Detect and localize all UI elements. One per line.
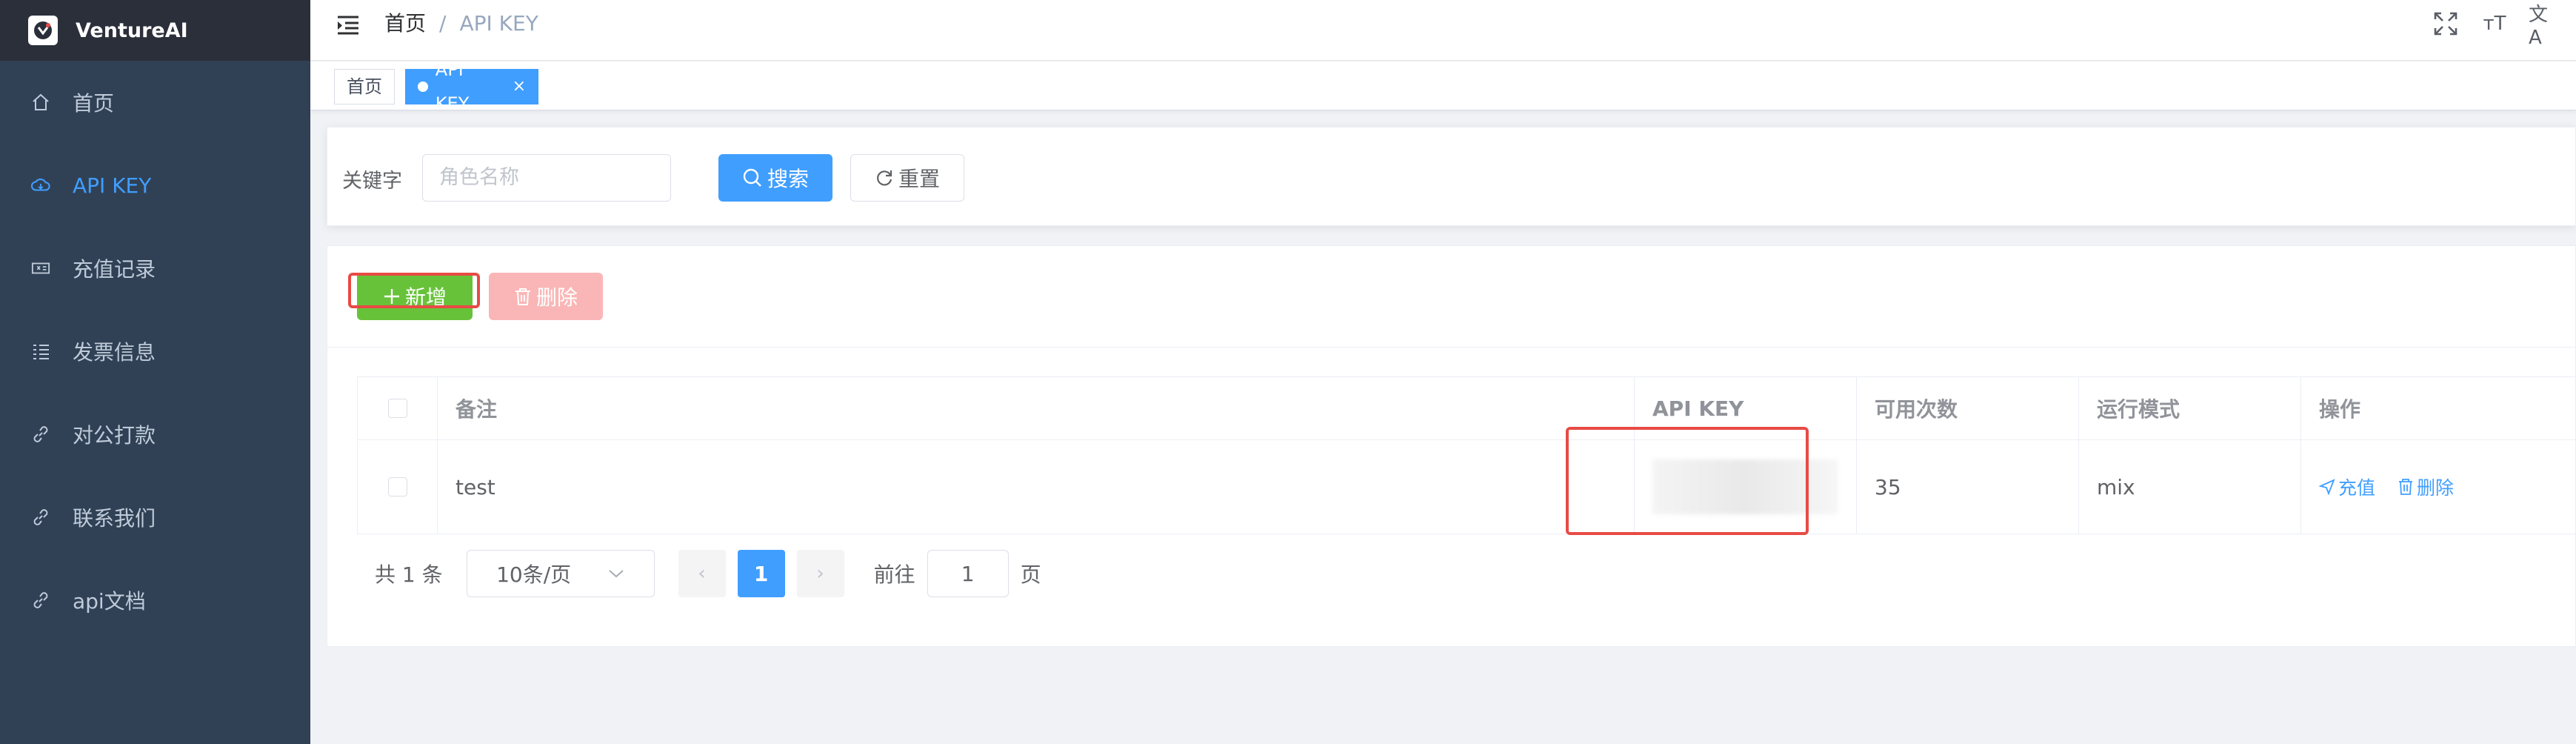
sidebar-item-label: 充值记录 (73, 257, 156, 282)
row-select-cell (358, 440, 438, 534)
sidebar-item-api-key[interactable]: API KEY (0, 144, 310, 227)
recharge-label: 充值 (2338, 477, 2376, 499)
close-icon[interactable]: × (513, 70, 526, 104)
goto-label: 前往 (873, 562, 915, 587)
sidebar-item-label: 对公打款 (73, 423, 156, 448)
app-name: VentureAI (76, 19, 188, 42)
tags-view: 首页 API KEY × (310, 59, 2576, 114)
search-icon (743, 168, 761, 187)
divider (327, 347, 2575, 348)
recharge-link[interactable]: 充值 (2319, 474, 2375, 500)
sidebar-item-label: api文档 (73, 589, 146, 614)
chevron-down-icon (609, 570, 624, 578)
goto-page-input[interactable]: 1 (927, 550, 1009, 597)
refresh-icon (877, 170, 892, 186)
sidebar: VentureAI 首页 API KEY 充值记录 发票信息 对公打款 联系我们… (0, 0, 310, 744)
table-panel: 新增 删除 备注 API KEY 可用次数 运行模式 操作 test 35 mi… (327, 245, 2576, 647)
api-key-table: 备注 API KEY 可用次数 运行模式 操作 test 35 mix 充值 删… (357, 376, 2576, 534)
search-button[interactable]: 搜索 (718, 154, 832, 202)
fullscreen-icon[interactable] (2431, 9, 2460, 39)
list-icon (31, 342, 50, 361)
home-icon (31, 93, 50, 112)
next-page-button[interactable]: › (796, 550, 844, 597)
cell-count: 35 (1857, 440, 2079, 534)
send-icon (2319, 479, 2335, 495)
ticket-icon (31, 259, 50, 278)
link-icon (31, 508, 50, 527)
table-row: test 35 mix 充值 删除 (358, 440, 2576, 534)
keyword-label: 关键字 (342, 170, 402, 193)
hamburger-icon[interactable] (335, 12, 361, 39)
column-header-mode: 运行模式 (2079, 377, 2301, 439)
trash-icon (515, 288, 530, 305)
page-suffix: 页 (1020, 562, 1041, 587)
sidebar-item-api-docs[interactable]: api文档 (0, 559, 310, 642)
breadcrumb-home[interactable]: 首页 (384, 10, 426, 37)
breadcrumb-separator: / (439, 11, 447, 36)
cloud-icon (31, 176, 50, 195)
keyword-input[interactable]: 角色名称 (422, 154, 671, 202)
api-key-highlight (1566, 427, 1809, 535)
sidebar-item-contact-us[interactable]: 联系我们 (0, 476, 310, 559)
reset-button[interactable]: 重置 (850, 154, 964, 202)
trash-icon (2399, 479, 2413, 495)
column-header-ops: 操作 (2319, 397, 2361, 422)
breadcrumb: 首页 / API KEY (384, 10, 538, 37)
select-all-cell (358, 377, 438, 439)
active-dot-icon (418, 82, 428, 92)
tag-home[interactable]: 首页 (334, 69, 395, 104)
navbar-actions: тT 文A (2431, 4, 2558, 49)
search-panel: 关键字 角色名称 搜索 重置 (327, 127, 2576, 226)
delete-button-label: 删除 (535, 285, 578, 310)
select-all-checkbox[interactable] (387, 399, 407, 418)
cell-mode: mix (2079, 440, 2301, 534)
row-checkbox[interactable] (387, 477, 407, 496)
row-delete-link[interactable]: 删除 (2398, 474, 2454, 500)
page-size-select[interactable]: 10条/页 (466, 550, 655, 597)
table-header-row: 备注 API KEY 可用次数 运行模式 操作 (358, 377, 2576, 440)
sidebar-item-label: 首页 (73, 91, 115, 116)
link-icon (31, 591, 50, 610)
tag-label: API KEY (435, 59, 470, 114)
breadcrumb-current: API KEY (459, 11, 538, 36)
tag-api-key[interactable]: API KEY × (405, 59, 538, 114)
pagination: 共 1 条 10条/页 ‹ 1 › 前往 1 页 (375, 550, 1041, 597)
logo-icon (28, 16, 58, 45)
pagination-total: 共 1 条 (375, 562, 443, 587)
translate-icon[interactable]: 文A (2529, 4, 2558, 49)
sidebar-item-recharge-records[interactable]: 充值记录 (0, 227, 310, 310)
sidebar-item-label: API KEY (73, 173, 152, 198)
reset-button-label: 重置 (898, 167, 940, 191)
sidebar-item-label: 联系我们 (73, 506, 156, 531)
sidebar-item-invoice-info[interactable]: 发票信息 (0, 310, 310, 393)
sidebar-item-label: 发票信息 (73, 340, 156, 365)
page-size-value: 10条/页 (496, 562, 572, 587)
add-button-highlight (348, 273, 480, 308)
sidebar-item-corporate-transfer[interactable]: 对公打款 (0, 393, 310, 476)
page-number-current[interactable]: 1 (737, 550, 785, 597)
search-button-label: 搜索 (767, 167, 809, 191)
cell-ops: 充值 删除 (2301, 440, 2576, 534)
delete-button[interactable]: 删除 (489, 273, 603, 320)
column-header-remark: 备注 (438, 377, 1635, 439)
logo-bar: VentureAI (0, 0, 310, 61)
prev-page-button[interactable]: ‹ (678, 550, 726, 597)
cell-remark: test (438, 440, 1635, 534)
font-size-icon[interactable]: тT (2480, 9, 2509, 39)
sidebar-item-home[interactable]: 首页 (0, 61, 310, 144)
row-delete-label: 删除 (2417, 477, 2455, 499)
navbar: 首页 / API KEY тT 文A (310, 0, 2576, 61)
link-icon (31, 425, 50, 444)
column-header-count: 可用次数 (1857, 377, 2079, 439)
